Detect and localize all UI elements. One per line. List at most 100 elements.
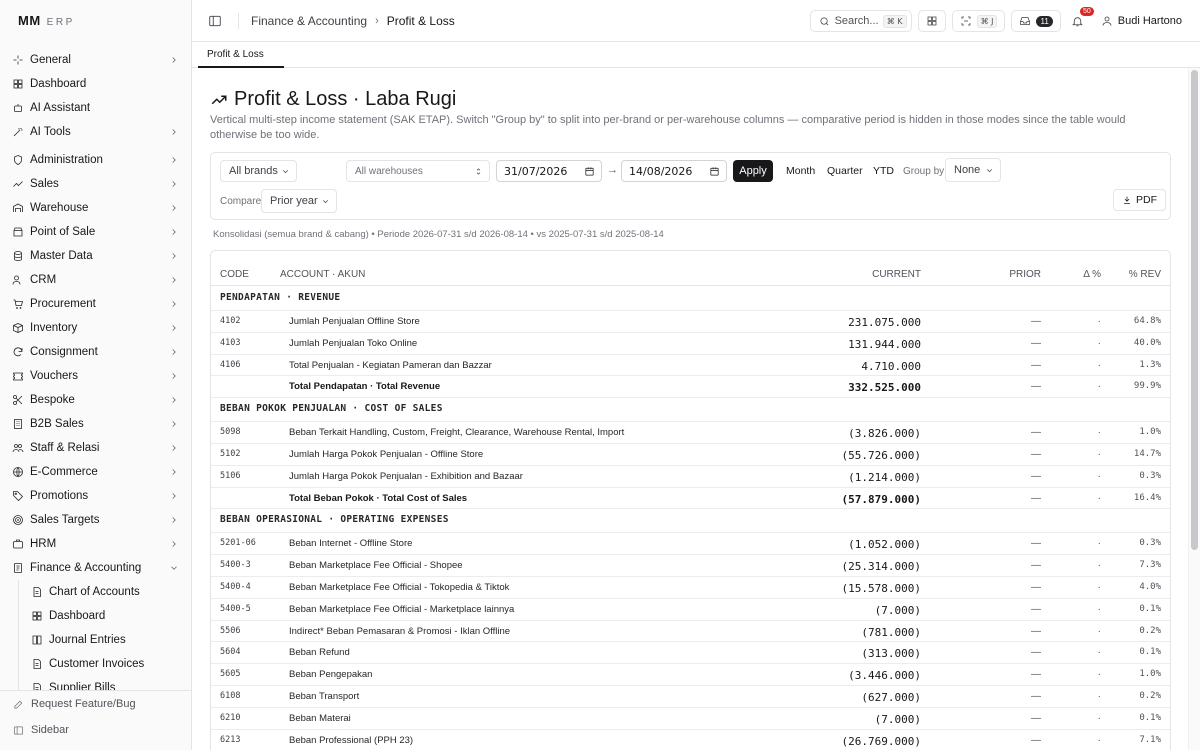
user-menu[interactable]: Budi Hartono bbox=[1101, 15, 1182, 27]
chevron-right-icon: › bbox=[375, 14, 379, 27]
sidebar-item-staff-and-relasi[interactable]: Staff & Relasi bbox=[0, 436, 191, 460]
sidebar-item-label: Finance & Accounting bbox=[30, 562, 142, 574]
sidebar-item-point-of-sale[interactable]: Point of Sale bbox=[0, 220, 191, 244]
sidebar-item-e-commerce[interactable]: E-Commerce bbox=[0, 460, 191, 484]
rev-percent: 1.0% bbox=[1139, 669, 1161, 680]
grid-icon bbox=[12, 78, 24, 90]
sidebar-item-b2b-sales[interactable]: B2B Sales bbox=[0, 412, 191, 436]
warehouse-select-value: All warehouses bbox=[355, 165, 423, 177]
sidebar-item-consignment[interactable]: Consignment bbox=[0, 340, 191, 364]
sidebar-subitem-chart-of-accounts[interactable]: Chart of Accounts bbox=[31, 580, 191, 604]
sidebar-item-label: Warehouse bbox=[30, 202, 89, 214]
sidebar-item-bespoke[interactable]: Bespoke bbox=[0, 388, 191, 412]
user-icon bbox=[1102, 16, 1112, 26]
table-row[interactable]: 5098 Beban Terkait Handling, Custom, Frei… bbox=[211, 422, 1170, 444]
table-row[interactable]: 6213 Beban Professional (PPH 23) (26.769.0… bbox=[211, 730, 1170, 750]
top-actions: Search... ⌘ K ⌘ J 11 50 Budi Hartono bbox=[809, 7, 1182, 32]
account-code: 5102 bbox=[220, 448, 241, 459]
sidebar-subitem-dashboard[interactable]: Dashboard bbox=[31, 604, 191, 628]
table-row[interactable]: 6210 Beban Materai (7.000) — · 0.1% bbox=[211, 708, 1170, 730]
sidebar-item-inventory[interactable]: Inventory bbox=[0, 316, 191, 340]
chevron-down-icon bbox=[169, 563, 179, 573]
preset-quarter-button[interactable]: Quarter bbox=[827, 165, 863, 177]
table-row[interactable]: 5102 Jumlah Harga Pokok Penjualan - Offli… bbox=[211, 444, 1170, 466]
sidebar-item-dashboard[interactable]: Dashboard bbox=[0, 72, 191, 96]
table-row[interactable]: 5506 Indirect* Beban Pemasaran & Promosi … bbox=[211, 621, 1170, 643]
delta-value: · bbox=[1097, 690, 1101, 702]
sidebar-item-ai-assistant[interactable]: AI Assistant bbox=[0, 96, 191, 120]
sidebar-item-warehouse[interactable]: Warehouse bbox=[0, 196, 191, 220]
scrollbar-thumb[interactable] bbox=[1191, 70, 1198, 550]
table-row[interactable]: 5604 Beban Refund (313.000) — · 0.1% bbox=[211, 642, 1170, 665]
sidebar-toggle-button[interactable]: Sidebar bbox=[0, 717, 191, 743]
sidebar-item-sales[interactable]: Sales bbox=[0, 172, 191, 196]
sidebar-item-procurement[interactable]: Procurement bbox=[0, 292, 191, 316]
current-value: (313.000) bbox=[861, 647, 921, 661]
bot-icon bbox=[12, 102, 24, 114]
account-name: Beban Marketplace Fee Official - Marketp… bbox=[289, 603, 515, 615]
sidebar-subitem-supplier-bills[interactable]: Supplier Bills bbox=[31, 676, 191, 690]
sidebar-item-sales-targets[interactable]: Sales Targets bbox=[0, 508, 191, 532]
table-row[interactable]: 4102 Jumlah Penjualan Offline Store 231.07… bbox=[211, 311, 1170, 333]
tab-profit-loss[interactable]: Profit & Loss bbox=[198, 42, 284, 68]
sidebar-subitem-label: Customer Invoices bbox=[49, 658, 145, 670]
main-scrollbar[interactable] bbox=[1188, 68, 1200, 750]
sidebar-item-promotions[interactable]: Promotions bbox=[0, 484, 191, 508]
ledger-icon bbox=[12, 562, 24, 574]
date-to-input[interactable]: 14/08/2026 bbox=[621, 160, 727, 182]
warehouse-select[interactable]: All warehouses bbox=[346, 160, 490, 182]
inbox-button[interactable]: 11 bbox=[1011, 10, 1061, 32]
download-icon bbox=[1124, 196, 1130, 204]
group-by-select[interactable]: None bbox=[945, 158, 1001, 182]
sidebar-item-vouchers[interactable]: Vouchers bbox=[0, 364, 191, 388]
compare-select[interactable]: Prior year bbox=[261, 189, 337, 213]
table-row[interactable]: 5106 Jumlah Harga Pokok Penjualan - Exhib… bbox=[211, 466, 1170, 488]
sidebar-item-master-data[interactable]: Master Data bbox=[0, 244, 191, 268]
account-name: Beban Refund bbox=[289, 647, 350, 659]
sidebar-item-hrm[interactable]: HRM bbox=[0, 532, 191, 556]
search-button[interactable]: Search... ⌘ K bbox=[809, 10, 912, 32]
preset-ytd-button[interactable]: YTD bbox=[873, 165, 894, 177]
sidebar-item-general[interactable]: General bbox=[0, 48, 191, 72]
sidebar-item-crm[interactable]: CRM bbox=[0, 268, 191, 292]
table-row[interactable]: 5400-4 Beban Marketplace Fee Official - T… bbox=[211, 577, 1170, 599]
preset-month-button[interactable]: Month bbox=[786, 165, 815, 177]
prior-value: — bbox=[1031, 316, 1041, 327]
sidebar-item-ai-tools[interactable]: AI Tools bbox=[0, 120, 191, 144]
col-delta: Δ % bbox=[1083, 269, 1101, 280]
sidebar-item-finance-and-accounting[interactable]: Finance & Accounting bbox=[0, 556, 191, 580]
current-value: 332.525.000 bbox=[848, 381, 921, 395]
request-feature-button[interactable]: Request Feature/Bug bbox=[0, 691, 191, 717]
table-row[interactable]: 4103 Jumlah Penjualan Toko Online 131.944.… bbox=[211, 333, 1170, 355]
date-from-input[interactable]: 31/07/2026 bbox=[496, 160, 602, 182]
command-button[interactable]: ⌘ J bbox=[951, 10, 1006, 32]
breadcrumb-item-finance[interactable]: Finance & Accounting bbox=[251, 14, 367, 28]
sidebar-collapse-icon[interactable] bbox=[208, 14, 222, 28]
apps-button[interactable] bbox=[917, 10, 946, 32]
notifications-button[interactable]: 50 bbox=[1067, 7, 1094, 32]
sidebar-item-label: Vouchers bbox=[30, 370, 78, 382]
sidebar-item-administration[interactable]: Administration bbox=[0, 148, 191, 172]
sidebar-toggle-label: Sidebar bbox=[31, 724, 69, 736]
sidebar-subitem-journal-entries[interactable]: Journal Entries bbox=[31, 628, 191, 652]
export-pdf-button[interactable]: PDF bbox=[1113, 189, 1166, 211]
rev-percent: 1.3% bbox=[1139, 359, 1161, 370]
table-row[interactable]: 6108 Beban Transport (627.000) — · 0.2% bbox=[211, 686, 1170, 708]
filter-bar: All brands All warehouses 31/07/2026 → 1… bbox=[210, 152, 1171, 220]
apply-button[interactable]: Apply bbox=[733, 160, 773, 182]
account-name: Beban Materai bbox=[289, 712, 351, 724]
table-row[interactable]: 5400-3 Beban Marketplace Fee Official - S… bbox=[211, 555, 1170, 577]
scan-icon bbox=[961, 16, 970, 26]
prior-value: — bbox=[1031, 581, 1041, 593]
prior-value: — bbox=[1031, 690, 1041, 702]
table-row[interactable]: 5400-5 Beban Marketplace Fee Official - M… bbox=[211, 599, 1170, 621]
chevron-down-icon bbox=[323, 199, 328, 203]
table-row[interactable]: 4106 Total Penjualan - Kegiatan Pameran d… bbox=[211, 355, 1170, 377]
sidebar-subitem-customer-invoices[interactable]: Customer Invoices bbox=[31, 652, 191, 676]
app-logo[interactable]: MM ERP bbox=[18, 13, 75, 31]
rev-percent: 16.4% bbox=[1133, 492, 1161, 503]
table-row[interactable]: 5201-06 Beban Internet - Offline Store (1.… bbox=[211, 533, 1170, 556]
brand-select[interactable]: All brands bbox=[220, 160, 297, 182]
table-row[interactable]: 5605 Beban Pengepakan (3.446.000) — · 1.0% bbox=[211, 664, 1170, 686]
section-row: PENDAPATAN · REVENUE bbox=[211, 287, 1170, 311]
